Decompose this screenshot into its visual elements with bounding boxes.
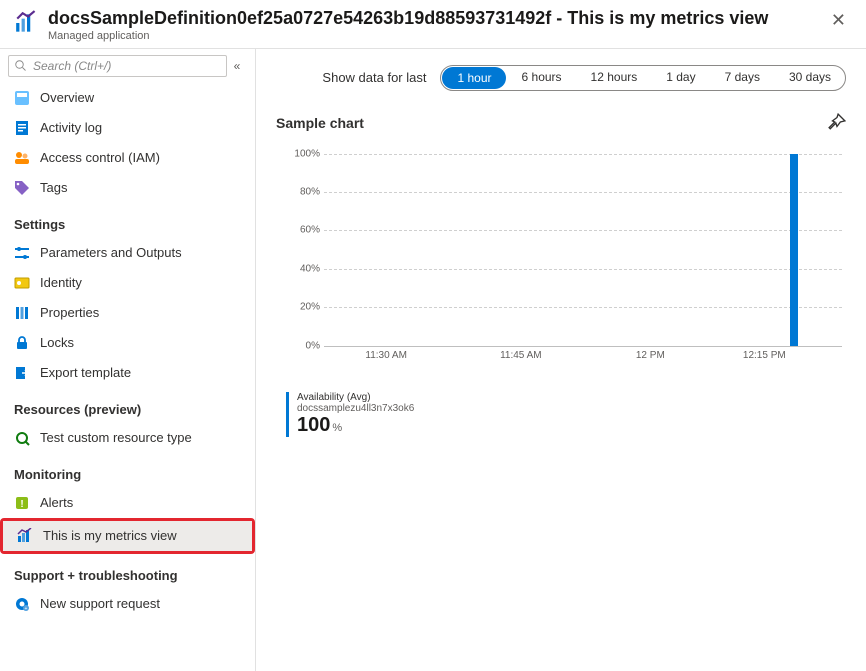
sidebar-item-locks[interactable]: Locks bbox=[0, 328, 255, 358]
y-tick: 20% bbox=[300, 302, 320, 313]
alerts-icon: ! bbox=[14, 495, 30, 511]
svg-text:!: ! bbox=[20, 499, 23, 510]
x-tick: 12 PM bbox=[636, 350, 665, 361]
resource-icon bbox=[14, 430, 30, 446]
timerange-option-1d[interactable]: 1 day bbox=[651, 66, 709, 90]
y-tick: 80% bbox=[300, 186, 320, 197]
sidebar-item-identity[interactable]: Identity bbox=[0, 268, 255, 298]
sidebar-item-label: Properties bbox=[40, 305, 99, 320]
sidebar-section-settings: Settings bbox=[0, 203, 255, 238]
sidebar-item-label: New support request bbox=[40, 596, 160, 611]
x-tick: 11:30 AM bbox=[365, 350, 407, 361]
chart-legend[interactable]: Availability (Avg) docssamplezu4ll3n7x3o… bbox=[286, 392, 846, 437]
properties-icon bbox=[14, 305, 30, 321]
y-tick: 0% bbox=[306, 340, 320, 351]
sidebar-item-label: Locks bbox=[40, 335, 74, 350]
svg-text:+: + bbox=[25, 606, 28, 612]
metrics-icon bbox=[14, 10, 40, 36]
sidebar-item-metrics-view[interactable]: This is my metrics view bbox=[3, 521, 252, 551]
locks-icon bbox=[14, 335, 30, 351]
x-tick: 11:45 AM bbox=[500, 350, 542, 361]
sidebar-section-resources: Resources (preview) bbox=[0, 388, 255, 423]
identity-icon bbox=[14, 275, 30, 291]
chart-plot[interactable] bbox=[324, 154, 842, 346]
y-tick: 40% bbox=[300, 263, 320, 274]
support-icon: + bbox=[14, 596, 30, 612]
main-content: Show data for last 1 hour 6 hours 12 hou… bbox=[256, 49, 866, 671]
timerange-option-30d[interactable]: 30 days bbox=[774, 66, 845, 90]
legend-metric: Availability (Avg) bbox=[297, 392, 414, 403]
sidebar-item-label: Tags bbox=[40, 180, 67, 195]
timerange-option-1h[interactable]: 1 hour bbox=[442, 67, 505, 89]
y-tick: 60% bbox=[300, 225, 320, 236]
sidebar-item-test-custom-resource[interactable]: Test custom resource type bbox=[0, 423, 255, 453]
pin-icon bbox=[828, 113, 846, 131]
collapse-sidebar-button[interactable]: « bbox=[227, 59, 247, 73]
timerange-option-6h[interactable]: 6 hours bbox=[507, 66, 576, 90]
overview-icon bbox=[14, 90, 30, 106]
metrics-view-icon bbox=[17, 528, 33, 544]
sidebar-item-label: Export template bbox=[40, 365, 131, 380]
sidebar-item-new-support-request[interactable]: + New support request bbox=[0, 589, 255, 619]
sidebar-item-label: Test custom resource type bbox=[40, 430, 192, 445]
sidebar-item-label: Access control (IAM) bbox=[40, 150, 160, 165]
sidebar-item-overview[interactable]: Overview bbox=[0, 83, 255, 113]
search-input[interactable]: Search (Ctrl+/) bbox=[8, 55, 227, 77]
legend-value: 100 bbox=[297, 414, 330, 436]
sidebar-item-label: Parameters and Outputs bbox=[40, 245, 182, 260]
chart-bar bbox=[790, 154, 798, 346]
legend-unit: % bbox=[332, 422, 342, 434]
sidebar-item-label: Alerts bbox=[40, 495, 73, 510]
sidebar-item-label: This is my metrics view bbox=[43, 528, 177, 543]
chart-area: 100% 80% 60% 40% 20% 0% 11: bbox=[286, 154, 846, 374]
sidebar: Search (Ctrl+/) « Overview Activity log … bbox=[0, 49, 256, 671]
close-button[interactable]: ✕ bbox=[825, 8, 852, 33]
timerange-label: Show data for last bbox=[322, 70, 426, 85]
sidebar-item-activity-log[interactable]: Activity log bbox=[0, 113, 255, 143]
blade-header: docsSampleDefinition0ef25a0727e54263b19d… bbox=[0, 0, 866, 49]
pin-button[interactable] bbox=[828, 113, 846, 134]
legend-resource: docssamplezu4ll3n7x3ok6 bbox=[297, 403, 414, 414]
sidebar-item-label: Activity log bbox=[40, 120, 102, 135]
page-subtitle: Managed application bbox=[48, 30, 825, 42]
sidebar-item-alerts[interactable]: ! Alerts bbox=[0, 488, 255, 518]
sidebar-item-access-control[interactable]: Access control (IAM) bbox=[0, 143, 255, 173]
activity-log-icon bbox=[14, 120, 30, 136]
page-title: docsSampleDefinition0ef25a0727e54263b19d… bbox=[48, 8, 825, 30]
sidebar-item-export-template[interactable]: Export template bbox=[0, 358, 255, 388]
sidebar-item-tags[interactable]: Tags bbox=[0, 173, 255, 203]
chart-title: Sample chart bbox=[276, 115, 364, 131]
timerange-option-7d[interactable]: 7 days bbox=[710, 66, 774, 90]
x-tick: 12:15 PM bbox=[743, 350, 786, 361]
sidebar-item-label: Overview bbox=[40, 90, 94, 105]
timerange-option-12h[interactable]: 12 hours bbox=[576, 66, 652, 90]
y-tick: 100% bbox=[294, 148, 320, 159]
sidebar-item-label: Identity bbox=[40, 275, 82, 290]
search-icon bbox=[15, 60, 27, 72]
export-template-icon bbox=[14, 365, 30, 381]
sidebar-section-monitoring: Monitoring bbox=[0, 453, 255, 488]
sidebar-section-support: Support + troubleshooting bbox=[0, 554, 255, 589]
sidebar-item-properties[interactable]: Properties bbox=[0, 298, 255, 328]
tags-icon bbox=[14, 180, 30, 196]
timerange-pill-group: 1 hour 6 hours 12 hours 1 day 7 days 30 … bbox=[440, 65, 846, 91]
search-placeholder: Search (Ctrl+/) bbox=[33, 59, 111, 73]
sidebar-item-parameters-outputs[interactable]: Parameters and Outputs bbox=[0, 238, 255, 268]
parameters-icon bbox=[14, 245, 30, 261]
access-control-icon bbox=[14, 150, 30, 166]
